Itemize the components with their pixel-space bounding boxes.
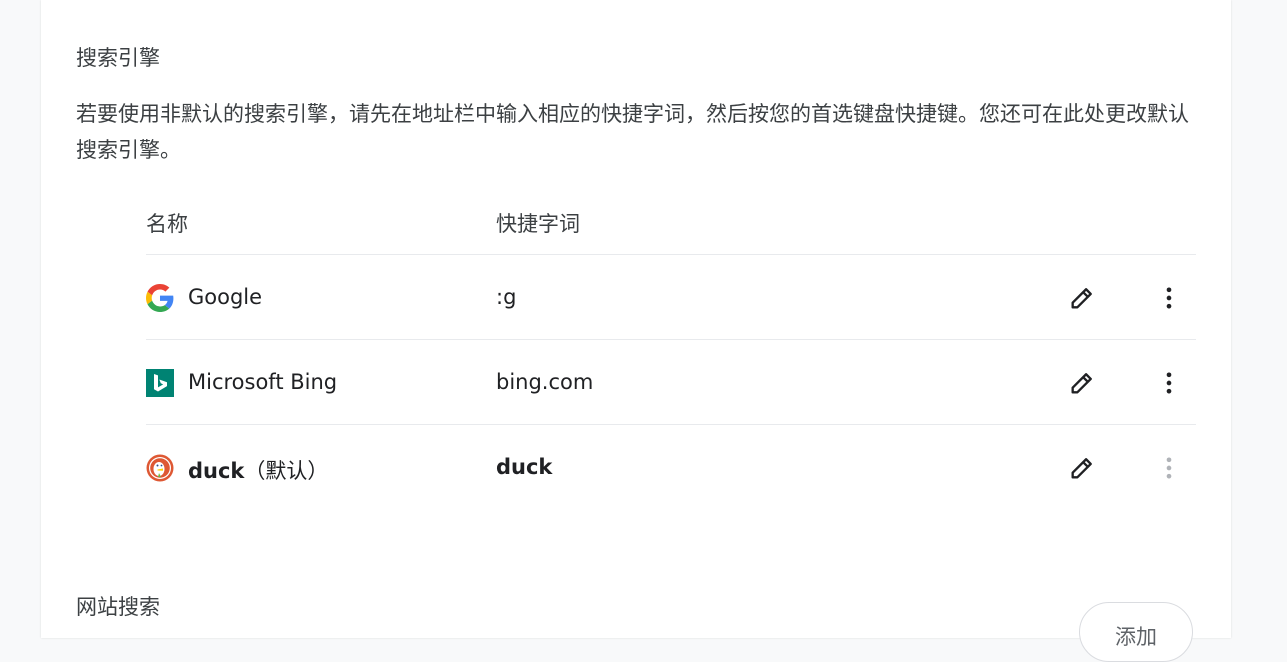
more-vert-icon bbox=[1166, 287, 1172, 309]
engine-name: Google bbox=[188, 285, 263, 309]
more-actions-button[interactable] bbox=[1152, 451, 1186, 485]
add-site-search-button[interactable]: 添加 bbox=[1079, 602, 1193, 662]
bing-icon bbox=[146, 369, 174, 397]
engine-keyword: :g bbox=[496, 285, 517, 309]
more-vert-icon bbox=[1166, 457, 1172, 479]
google-icon bbox=[146, 284, 174, 312]
pencil-icon bbox=[1071, 288, 1092, 309]
more-actions-button[interactable] bbox=[1152, 281, 1186, 315]
table-row: duck（默认） duck bbox=[146, 425, 1196, 509]
table-row: Google :g bbox=[146, 255, 1196, 340]
edit-button[interactable] bbox=[1065, 281, 1099, 315]
edit-button[interactable] bbox=[1065, 451, 1099, 485]
engine-name: duck（默认） bbox=[188, 459, 329, 483]
default-indicator: （默认） bbox=[244, 459, 329, 483]
edit-button[interactable] bbox=[1065, 366, 1099, 400]
search-engines-title: 搜索引擎 bbox=[76, 46, 160, 70]
engine-name: Microsoft Bing bbox=[188, 370, 338, 394]
engine-keyword: duck bbox=[496, 455, 553, 479]
search-engines-description: 若要使用非默认的搜索引擎，请先在地址栏中输入相应的快捷字词，然后按您的首选键盘快… bbox=[76, 102, 1189, 162]
pencil-icon bbox=[1071, 373, 1092, 394]
more-vert-icon bbox=[1166, 372, 1172, 394]
pencil-icon bbox=[1071, 458, 1092, 479]
more-actions-button[interactable] bbox=[1152, 366, 1186, 400]
duckduckgo-icon bbox=[146, 454, 174, 482]
site-search-title: 网站搜索 bbox=[76, 595, 160, 619]
search-engines-table: 名称 快捷字词 Google :g Microsoft Bing bing.co… bbox=[146, 190, 1196, 509]
settings-card: 搜索引擎 若要使用非默认的搜索引擎，请先在地址栏中输入相应的快捷字词，然后按您的… bbox=[41, 0, 1231, 662]
column-header-keyword: 快捷字词 bbox=[496, 212, 580, 236]
engine-keyword: bing.com bbox=[496, 370, 594, 394]
table-row: Microsoft Bing bing.com bbox=[146, 340, 1196, 425]
table-header: 名称 快捷字词 bbox=[146, 190, 1196, 255]
column-header-name: 名称 bbox=[146, 212, 188, 236]
